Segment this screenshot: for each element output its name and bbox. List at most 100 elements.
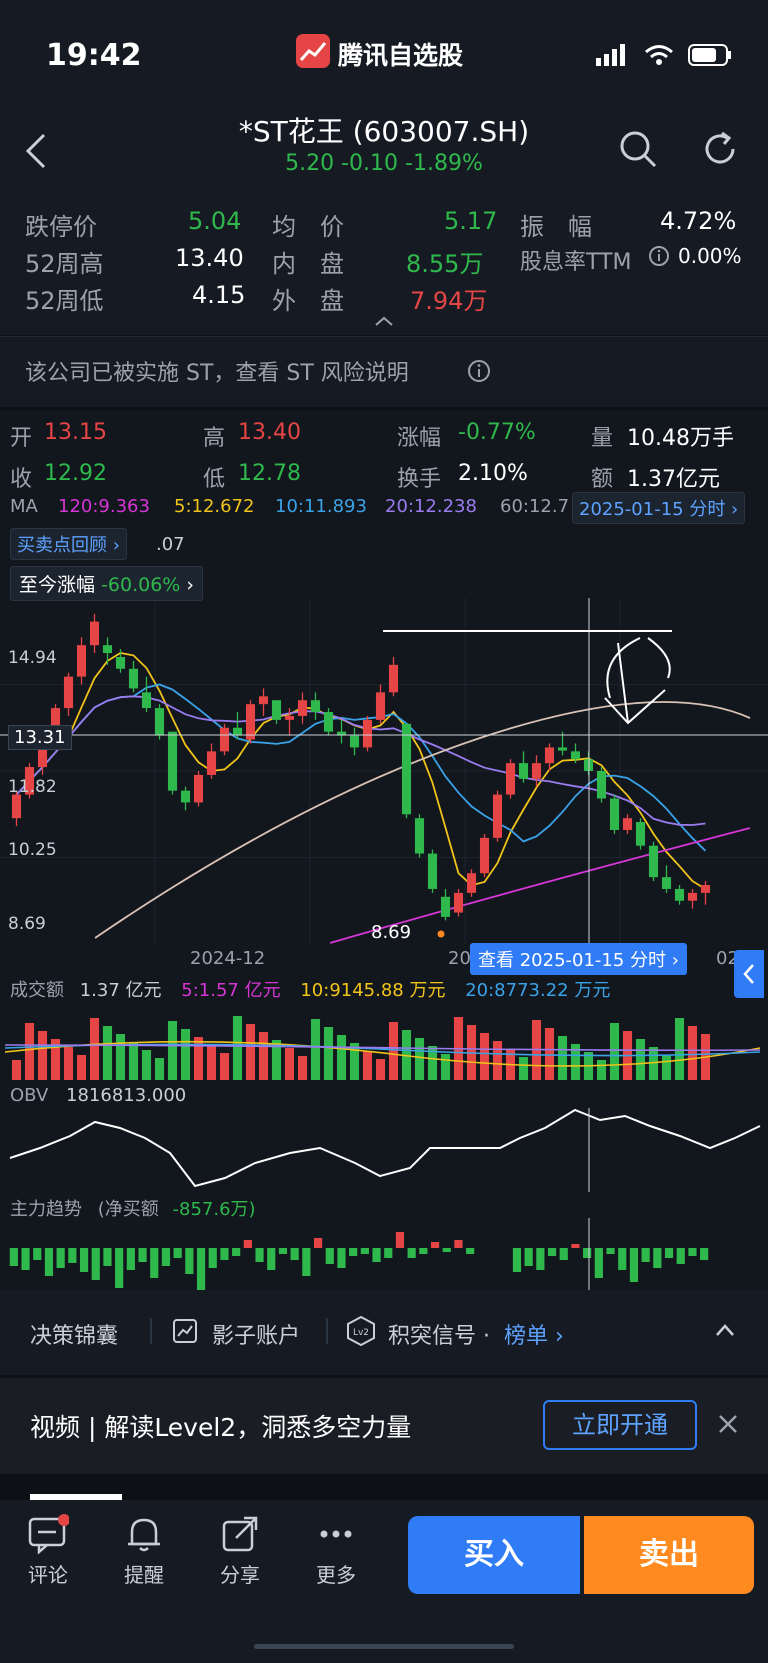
ma10-value: 10:11.893 (275, 496, 367, 517)
week52-low-value: 4.15 (192, 281, 246, 309)
main-flow-bar (349, 1248, 358, 1256)
volume-bar (258, 1032, 269, 1080)
volume-bar (128, 1042, 139, 1080)
main-flow-bar (243, 1240, 252, 1248)
date-tick-2: 20 (448, 948, 471, 969)
share-tab[interactable]: 分享 (200, 1514, 280, 1588)
svg-text:Lv2: Lv2 (353, 1328, 369, 1338)
volume-bar (76, 1055, 87, 1080)
wifi-icon (645, 45, 673, 65)
info-icon[interactable] (648, 245, 670, 273)
volume-bar (154, 1058, 165, 1080)
more-tab[interactable]: 更多 (296, 1514, 376, 1588)
candle-body (557, 747, 568, 751)
candle-body (128, 668, 139, 689)
promo-text: 视频 | 解读Level2，洞悉多空力量 (30, 1413, 412, 1442)
ma-label: MA (10, 496, 38, 517)
collapse-chevron-icon[interactable] (374, 315, 394, 327)
main-flow-bar (606, 1248, 615, 1254)
side-panel-toggle[interactable] (734, 950, 764, 998)
chart-icon (173, 1319, 197, 1343)
close-icon[interactable] (718, 1414, 738, 1434)
amount-value: 1.37亿元 (627, 467, 720, 492)
close-value: 12.92 (44, 461, 107, 486)
main-flow-bar (208, 1248, 217, 1268)
main-flow-bar (653, 1248, 662, 1268)
volume-bar (596, 1060, 607, 1080)
decision-kit-link[interactable]: 决策锦囊 (30, 1318, 118, 1350)
turnover-value: 2.10% (458, 461, 528, 486)
battery-icon (688, 44, 731, 66)
volume-bar (141, 1050, 152, 1080)
main-flow-bar (302, 1248, 311, 1276)
sell-button[interactable]: 卖出 (584, 1516, 754, 1594)
main-flow-bar (44, 1248, 54, 1276)
obv-value: 1816813.000 (66, 1085, 187, 1106)
app-logo-icon (296, 34, 330, 68)
refresh-icon[interactable] (700, 129, 740, 169)
week52-high-value: 13.40 (175, 244, 244, 272)
ranking-link[interactable]: 榜单 › (504, 1318, 564, 1350)
week52-low-label: 52周低 (25, 287, 104, 315)
candle-body (297, 700, 308, 716)
main-flow-bar (33, 1248, 42, 1260)
volume-bar (518, 1057, 529, 1080)
view-intraday-button[interactable]: 查看 2025-01-15 分时 › (470, 943, 687, 975)
intraday-date-chip[interactable]: 2025-01-15 分时 › (572, 492, 746, 524)
candle-body (11, 794, 22, 819)
volume-bar (11, 1060, 22, 1080)
main-flow-bar (91, 1248, 100, 1280)
ma10-line (15, 683, 707, 852)
main-flow-bar (103, 1248, 112, 1266)
since-change-chip[interactable]: 至今涨幅 -60.06% › (10, 566, 204, 601)
volume-bar (609, 1023, 620, 1080)
volume-bar (115, 1034, 126, 1080)
candle-body (258, 696, 269, 705)
main-flow-bar (173, 1248, 182, 1258)
shadow-account-link[interactable]: 影子账户 (212, 1318, 300, 1350)
chevron-up-icon[interactable] (714, 1322, 736, 1338)
candle-body (115, 656, 126, 669)
ma20-value: 20:12.238 (385, 496, 477, 517)
app-title: 腾讯自选股 (338, 41, 464, 70)
volume-bar (232, 1016, 243, 1080)
comment-icon (28, 1514, 70, 1555)
candle-body (609, 798, 620, 830)
volume-bar (492, 1041, 503, 1080)
candlestick-chart[interactable] (0, 598, 768, 944)
amplitude-value: 4.72% (660, 207, 737, 235)
ma20-line (15, 695, 706, 826)
low-point-marker (437, 930, 445, 938)
volume-bar (24, 1023, 35, 1080)
divider (150, 1318, 152, 1344)
activate-button[interactable]: 立即开通 (543, 1400, 697, 1450)
candle-body (141, 692, 152, 709)
volume-bar (362, 1051, 373, 1080)
main-flow-bar (618, 1248, 627, 1270)
search-icon[interactable] (618, 129, 658, 169)
buy-button[interactable]: 买入 (408, 1516, 580, 1594)
obv-line (9, 1108, 761, 1188)
obv-title: OBV (10, 1085, 49, 1106)
turnover-label: 换手 (397, 467, 442, 492)
comment-tab[interactable]: 评论 (8, 1514, 88, 1588)
alert-tab[interactable]: 提醒 (104, 1514, 184, 1588)
ma-legend: MA 120:9.363 5:12.672 10:11.893 20:12.23… (0, 492, 768, 524)
candle-body (284, 715, 295, 720)
bottom-tab-bar: 评论 提醒 分享 更多 买入 卖出 (0, 1500, 768, 1663)
signal-link[interactable]: 积突信号 · (388, 1318, 490, 1350)
info-icon (468, 360, 490, 382)
level2-promo-banner[interactable]: 视频 | 解读Level2，洞悉多空力量 立即开通 (0, 1378, 768, 1474)
review-points-button[interactable]: 买卖点回顾 › (10, 528, 127, 560)
volume-label: 量 (591, 426, 614, 451)
price-tick-3: 11.82 (8, 777, 57, 797)
inner-volume-label: 内 盘 (272, 250, 344, 278)
volume-bar (336, 1035, 347, 1080)
candle-body (622, 818, 633, 830)
dividend-yield-label: 股息率TTM (520, 250, 632, 275)
volume-bar (167, 1021, 178, 1080)
candle-body (167, 731, 178, 791)
main-flow-bar (688, 1248, 697, 1256)
candle-body (518, 763, 529, 779)
st-risk-notice[interactable]: 该公司已被实施 ST，查看 ST 风险说明 (0, 336, 768, 407)
